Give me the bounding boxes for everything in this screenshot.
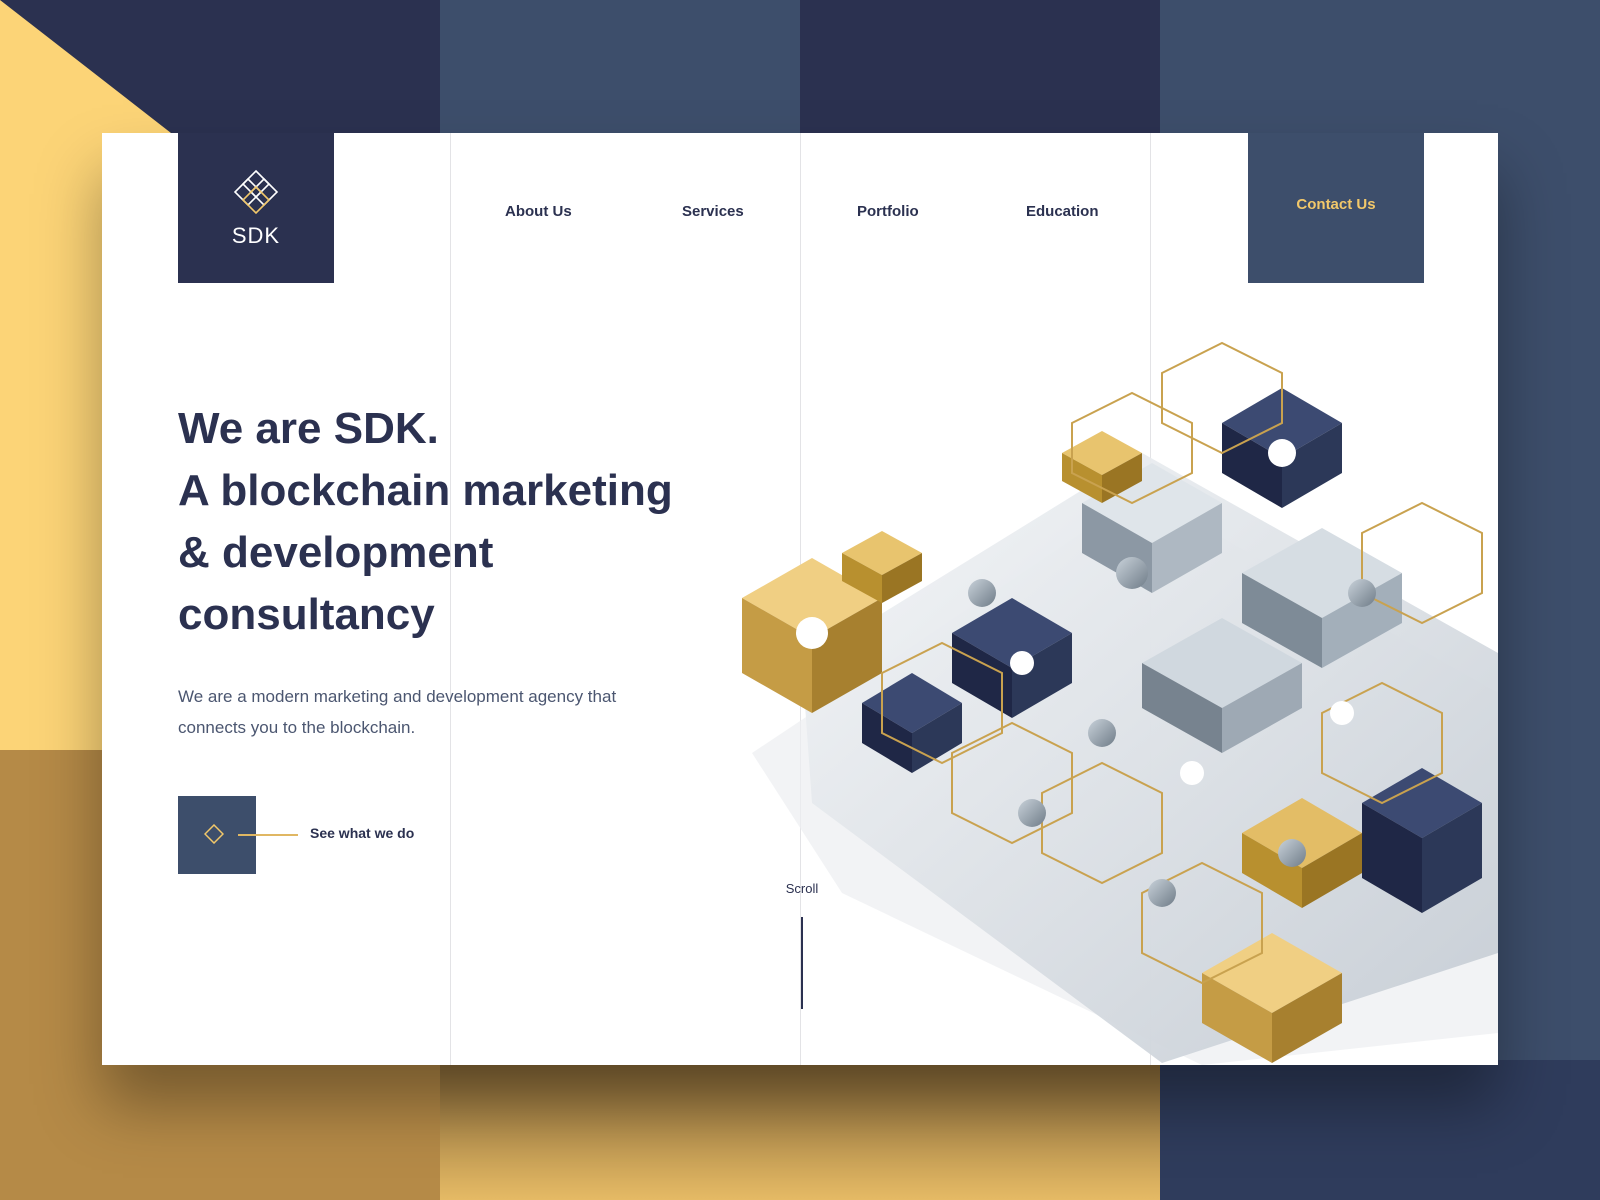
hero-title-line: & development [178, 528, 494, 577]
diamond-icon [204, 824, 224, 844]
nav-link-about-us[interactable]: About Us [505, 203, 572, 220]
hero-title-line: consultancy [178, 590, 435, 639]
see-what-we-do-link[interactable]: See what we do [310, 825, 414, 841]
logo[interactable]: SDK [178, 133, 334, 283]
cta-connector-line [238, 834, 298, 836]
nav-link-services[interactable]: Services [682, 203, 744, 220]
logo-text: SDK [231, 223, 281, 248]
background-accent [1160, 1060, 1600, 1200]
background-accent [440, 1060, 1160, 1200]
nav-link-portfolio[interactable]: Portfolio [857, 203, 919, 220]
website-card: SDK About Us Services Portfolio Educatio… [102, 133, 1498, 1065]
page-background: SDK About Us Services Portfolio Educatio… [0, 0, 1600, 1200]
hero-title-line: A blockchain marketing [178, 466, 673, 515]
contact-us-button[interactable]: Contact Us [1248, 133, 1424, 283]
hero-subtitle: We are a modern marketing and developmen… [178, 687, 617, 737]
interlocked-diamonds-logo-icon [233, 169, 279, 215]
hero-title-line: We are SDK. [178, 404, 439, 453]
hero-title: We are SDK. A blockchain marketing & dev… [178, 398, 738, 646]
contact-us-label: Contact Us [1296, 195, 1376, 213]
isometric-blocks-illustration [742, 341, 1498, 1065]
background-accent [0, 130, 110, 750]
nav-link-education[interactable]: Education [1026, 203, 1099, 220]
